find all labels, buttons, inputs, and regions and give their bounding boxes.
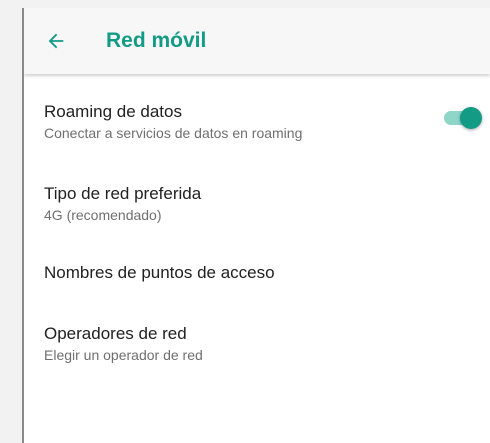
pref-title: Tipo de red preferida: [44, 184, 202, 203]
preference-list: Roaming de datos Conectar a servicios de…: [24, 74, 490, 386]
pref-item-network-operators[interactable]: Operadores de red Elegir un operador de …: [24, 296, 490, 386]
app-bar: Red móvil: [24, 8, 490, 74]
pref-summary: Conectar a servicios de datos en roaming: [44, 125, 303, 141]
pref-item-data-roaming[interactable]: Roaming de datos Conectar a servicios de…: [24, 74, 490, 151]
pref-item-preferred-network-type[interactable]: Tipo de red preferida 4G (recomendado): [24, 151, 490, 230]
settings-screen: Red móvil Roaming de datos Conectar a se…: [22, 8, 490, 443]
data-roaming-switch[interactable]: [440, 107, 482, 129]
pref-title: Roaming de datos: [44, 102, 182, 121]
pref-summary: 4G (recomendado): [44, 207, 162, 223]
pref-title: Operadores de red: [44, 324, 187, 343]
page-title: Red móvil: [106, 29, 207, 52]
arrow-left-icon: [48, 33, 64, 49]
back-button[interactable]: [40, 25, 72, 57]
pref-item-access-point-names[interactable]: Nombres de puntos de acceso: [24, 230, 490, 296]
pref-title: Nombres de puntos de acceso: [44, 263, 275, 282]
switch-thumb: [460, 107, 482, 129]
pref-summary: Elegir un operador de red: [44, 347, 203, 363]
